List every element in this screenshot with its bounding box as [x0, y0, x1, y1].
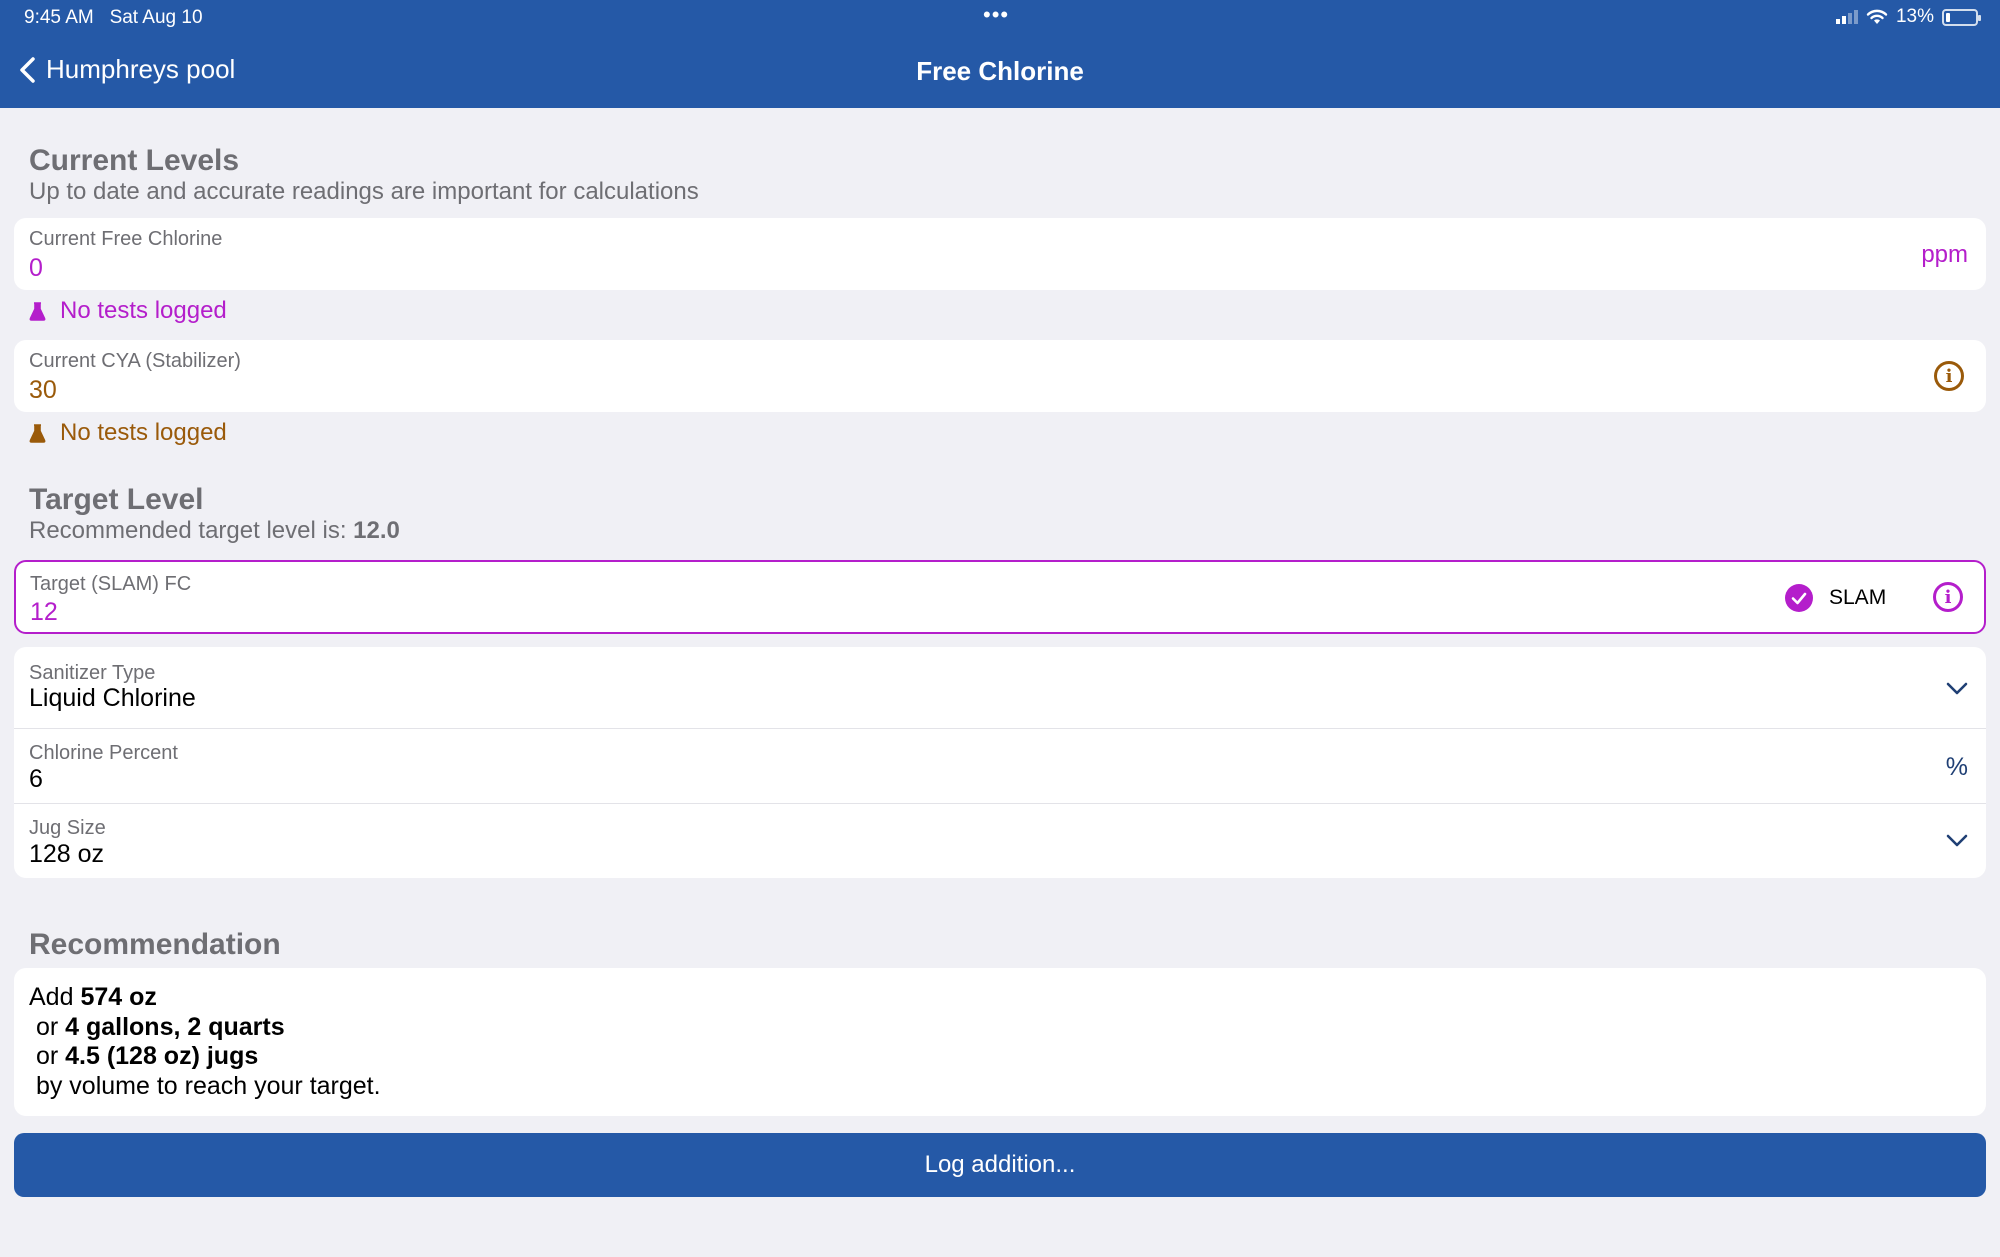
- nav-header: 9:45 AM Sat Aug 10 ••• 13% Humphreys poo…: [0, 0, 2000, 108]
- slam-label: SLAM: [1829, 586, 1887, 609]
- cellular-signal-icon: [1835, 10, 1858, 24]
- current-levels-subtitle: Up to date and accurate readings are imp…: [29, 178, 699, 205]
- status-time-text: 9:45 AM: [24, 7, 94, 28]
- target-level-subtitle: Recommended target level is: 12.0: [29, 517, 400, 545]
- status-date-text: Sat Aug 10: [109, 7, 203, 28]
- sanitizer-type-label: Sanitizer Type: [29, 662, 156, 684]
- recommendation-text: Add 574 oz or 4 gallons, 2 quarts or 4.5…: [29, 983, 381, 1101]
- chlorine-percent-field[interactable]: Chlorine Percent 6 %: [14, 729, 1986, 803]
- target-subtitle-prefix: Recommended target level is:: [29, 517, 354, 544]
- jug-size-label: Jug Size: [29, 817, 106, 839]
- battery-percent: 13%: [1895, 6, 1934, 27]
- current-fc-value[interactable]: 0: [29, 254, 43, 283]
- jug-size-value: 128 oz: [29, 840, 105, 868]
- flask-icon: [29, 301, 46, 321]
- rec-add-amount: 574 oz: [80, 983, 157, 1011]
- chlorine-percent-label: Chlorine Percent: [29, 742, 178, 764]
- status-time: 9:45 AM Sat Aug 10: [24, 7, 203, 29]
- fc-no-tests-note[interactable]: No tests logged: [29, 297, 227, 325]
- sanitizer-type-select[interactable]: Sanitizer Type Liquid Chlorine: [14, 647, 1986, 728]
- target-info-icon[interactable]: i: [1933, 582, 1963, 612]
- rec-alt-gallons: 4 gallons, 2 quarts: [65, 1012, 285, 1041]
- jug-size-select[interactable]: Jug Size 128 oz: [14, 804, 1986, 878]
- chlorine-percent-value[interactable]: 6: [29, 765, 43, 794]
- cya-no-tests-note[interactable]: No tests logged: [29, 419, 227, 447]
- current-fc-label: Current Free Chlorine: [29, 228, 223, 250]
- rec-add-prefix: Add: [29, 983, 81, 1011]
- current-cya-value[interactable]: 30: [29, 376, 57, 405]
- rec-or-prefix: or: [29, 1042, 66, 1070]
- chevron-down-icon: [1946, 682, 1968, 695]
- cya-no-tests-text: No tests logged: [60, 419, 227, 446]
- current-cya-field[interactable]: Current CYA (Stabilizer) 30 i: [14, 340, 1986, 412]
- sanitizer-type-value: Liquid Chlorine: [29, 684, 196, 712]
- target-fc-field[interactable]: Target (SLAM) FC 12 SLAM i: [14, 560, 1986, 634]
- status-indicators: 13%: [1835, 6, 1981, 28]
- battery-icon: [1942, 8, 1981, 26]
- current-levels-heading: Current Levels: [29, 144, 240, 177]
- flask-icon: [29, 423, 46, 443]
- current-cya-label: Current CYA (Stabilizer): [29, 350, 241, 372]
- percent-unit: %: [1945, 753, 1968, 781]
- chevron-down-icon: [1946, 834, 1968, 847]
- recommended-target-value: 12.0: [353, 517, 400, 544]
- wifi-icon: [1866, 9, 1888, 24]
- target-level-heading: Target Level: [29, 483, 204, 516]
- recommendation-heading: Recommendation: [29, 928, 281, 961]
- fc-no-tests-text: No tests logged: [60, 297, 227, 324]
- current-fc-field[interactable]: Current Free Chlorine 0 ppm: [14, 218, 1986, 290]
- cya-info-icon[interactable]: i: [1934, 361, 1964, 391]
- target-fc-label: Target (SLAM) FC: [30, 573, 192, 595]
- checkmark-circle-icon: [1785, 584, 1813, 612]
- rec-alt-jugs: 4.5 (128 oz) jugs: [65, 1042, 259, 1070]
- log-addition-button[interactable]: Log addition...: [14, 1133, 1986, 1197]
- rec-suffix: by volume to reach your target.: [29, 1071, 381, 1100]
- target-fc-value[interactable]: 12: [30, 598, 58, 627]
- dosing-settings-group: Sanitizer Type Liquid Chlorine Chlorine …: [14, 647, 1986, 878]
- ppm-unit: ppm: [1921, 241, 1968, 268]
- page-title: Free Chlorine: [916, 56, 1084, 86]
- slam-toggle[interactable]: SLAM: [1785, 584, 1886, 612]
- multitasking-dots-icon[interactable]: •••: [983, 2, 1009, 28]
- rec-or-prefix: or: [29, 1012, 66, 1041]
